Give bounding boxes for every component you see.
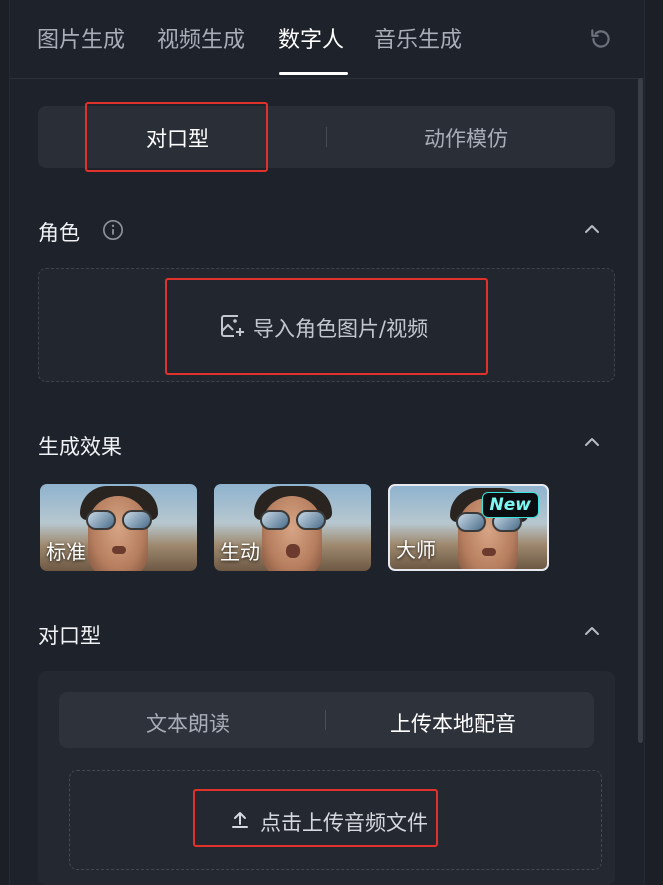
audio-source-segmented-control: 文本朗读 上传本地配音 <box>59 692 594 748</box>
goggles-image <box>84 510 154 530</box>
segment-divider <box>325 710 326 730</box>
effect-option-label: 大师 <box>396 538 436 562</box>
highlight-box <box>85 102 268 172</box>
effect-option-label: 标准 <box>46 540 86 564</box>
highlight-box <box>193 789 438 847</box>
effect-option-standard[interactable]: 标准 <box>40 484 197 571</box>
scrollbar[interactable] <box>638 78 643 743</box>
chevron-up-icon[interactable] <box>582 219 602 239</box>
chevron-up-icon[interactable] <box>582 432 602 452</box>
portrait-image <box>88 496 148 571</box>
goggles-image <box>258 510 328 530</box>
highlight-box <box>165 278 488 375</box>
segment-divider <box>326 127 327 147</box>
new-badge: New <box>481 492 539 518</box>
effect-option-master[interactable]: New 大师 <box>388 484 549 571</box>
active-tab-indicator <box>279 72 348 75</box>
mode-motion-imitation-option[interactable]: 动作模仿 <box>424 123 508 153</box>
refresh-icon[interactable] <box>588 26 614 52</box>
audio-source-tts-option[interactable]: 文本朗读 <box>146 708 230 738</box>
tab-music-generation[interactable]: 音乐生成 <box>374 22 462 54</box>
portrait-image <box>262 496 322 571</box>
tab-image-generation[interactable]: 图片生成 <box>37 22 125 54</box>
tab-video-generation[interactable]: 视频生成 <box>157 22 245 54</box>
info-icon[interactable] <box>102 219 124 241</box>
chevron-up-icon[interactable] <box>582 621 602 641</box>
effect-option-vivid[interactable]: 生动 <box>214 484 371 571</box>
digital-human-panel: 图片生成 视频生成 数字人 音乐生成 对口型 动作模仿 角色 导入角色图片/视频… <box>9 0 645 885</box>
effect-section-title: 生成效果 <box>38 435 122 459</box>
tab-digital-human[interactable]: 数字人 <box>278 22 344 54</box>
lipsync-section-title: 对口型 <box>38 624 101 648</box>
role-section-title: 角色 <box>38 221 80 245</box>
effect-option-label: 生动 <box>220 540 260 564</box>
top-tab-bar: 图片生成 视频生成 数字人 音乐生成 <box>10 0 644 79</box>
audio-source-upload-option[interactable]: 上传本地配音 <box>390 708 516 738</box>
